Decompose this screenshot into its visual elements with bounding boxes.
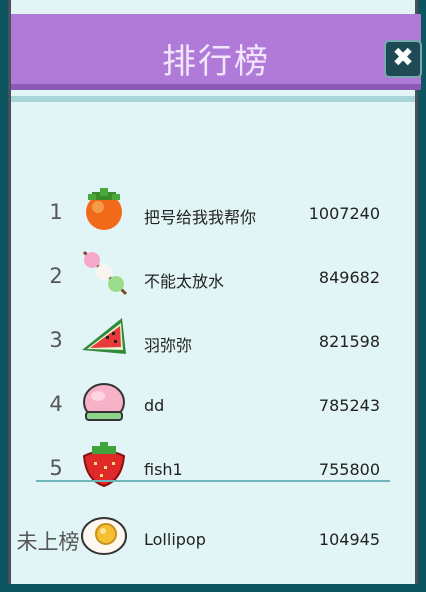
watermelon-slice-icon	[78, 310, 130, 362]
rank-number: 2	[49, 264, 63, 288]
header-underline	[11, 96, 415, 102]
rank-number: 5	[49, 456, 63, 480]
self-player-score: 104945	[318, 530, 380, 549]
leaderboard-row: 3 羽弥弥 821598	[0, 310, 426, 374]
page-title: 排行榜	[162, 42, 270, 82]
player-score: 1007240	[308, 204, 380, 223]
leaderboard-row: 1 把号给我我帮你 1007240	[0, 182, 426, 246]
leaderboard-row: 2 不能太放水 849682	[0, 246, 426, 310]
peach-icon	[78, 374, 130, 426]
player-score: 849682	[318, 268, 380, 287]
player-score: 821598	[318, 332, 380, 351]
panel-bottom-edge	[0, 584, 426, 592]
leaderboard-header: 排行榜	[11, 14, 421, 90]
persimmon-icon	[78, 182, 130, 234]
fried-egg-icon	[78, 508, 130, 560]
dango-skewer-icon	[78, 246, 130, 298]
rank-number: 1	[49, 200, 63, 224]
player-name: 羽弥弥	[144, 336, 193, 355]
strawberry-icon	[78, 438, 130, 490]
player-name: fish1	[144, 460, 183, 479]
rank-number: 4	[49, 392, 63, 416]
self-rank-label: 未上榜	[16, 530, 80, 554]
player-name: 不能太放水	[144, 272, 225, 291]
player-score: 755800	[318, 460, 380, 479]
player-name: dd	[144, 396, 165, 415]
rank-number: 3	[49, 328, 63, 352]
self-player-name: Lollipop	[144, 530, 206, 549]
player-name: 把号给我我帮你	[144, 208, 257, 227]
player-score: 785243	[318, 396, 380, 415]
self-entry-divider	[36, 480, 390, 482]
leaderboard-row: 5 fish1 755800	[0, 438, 426, 502]
self-entry-row: 未上榜 Lollipop 104945	[0, 508, 426, 572]
leaderboard-row: 4 dd 785243	[0, 374, 426, 438]
close-button[interactable]: ✖	[384, 40, 422, 78]
